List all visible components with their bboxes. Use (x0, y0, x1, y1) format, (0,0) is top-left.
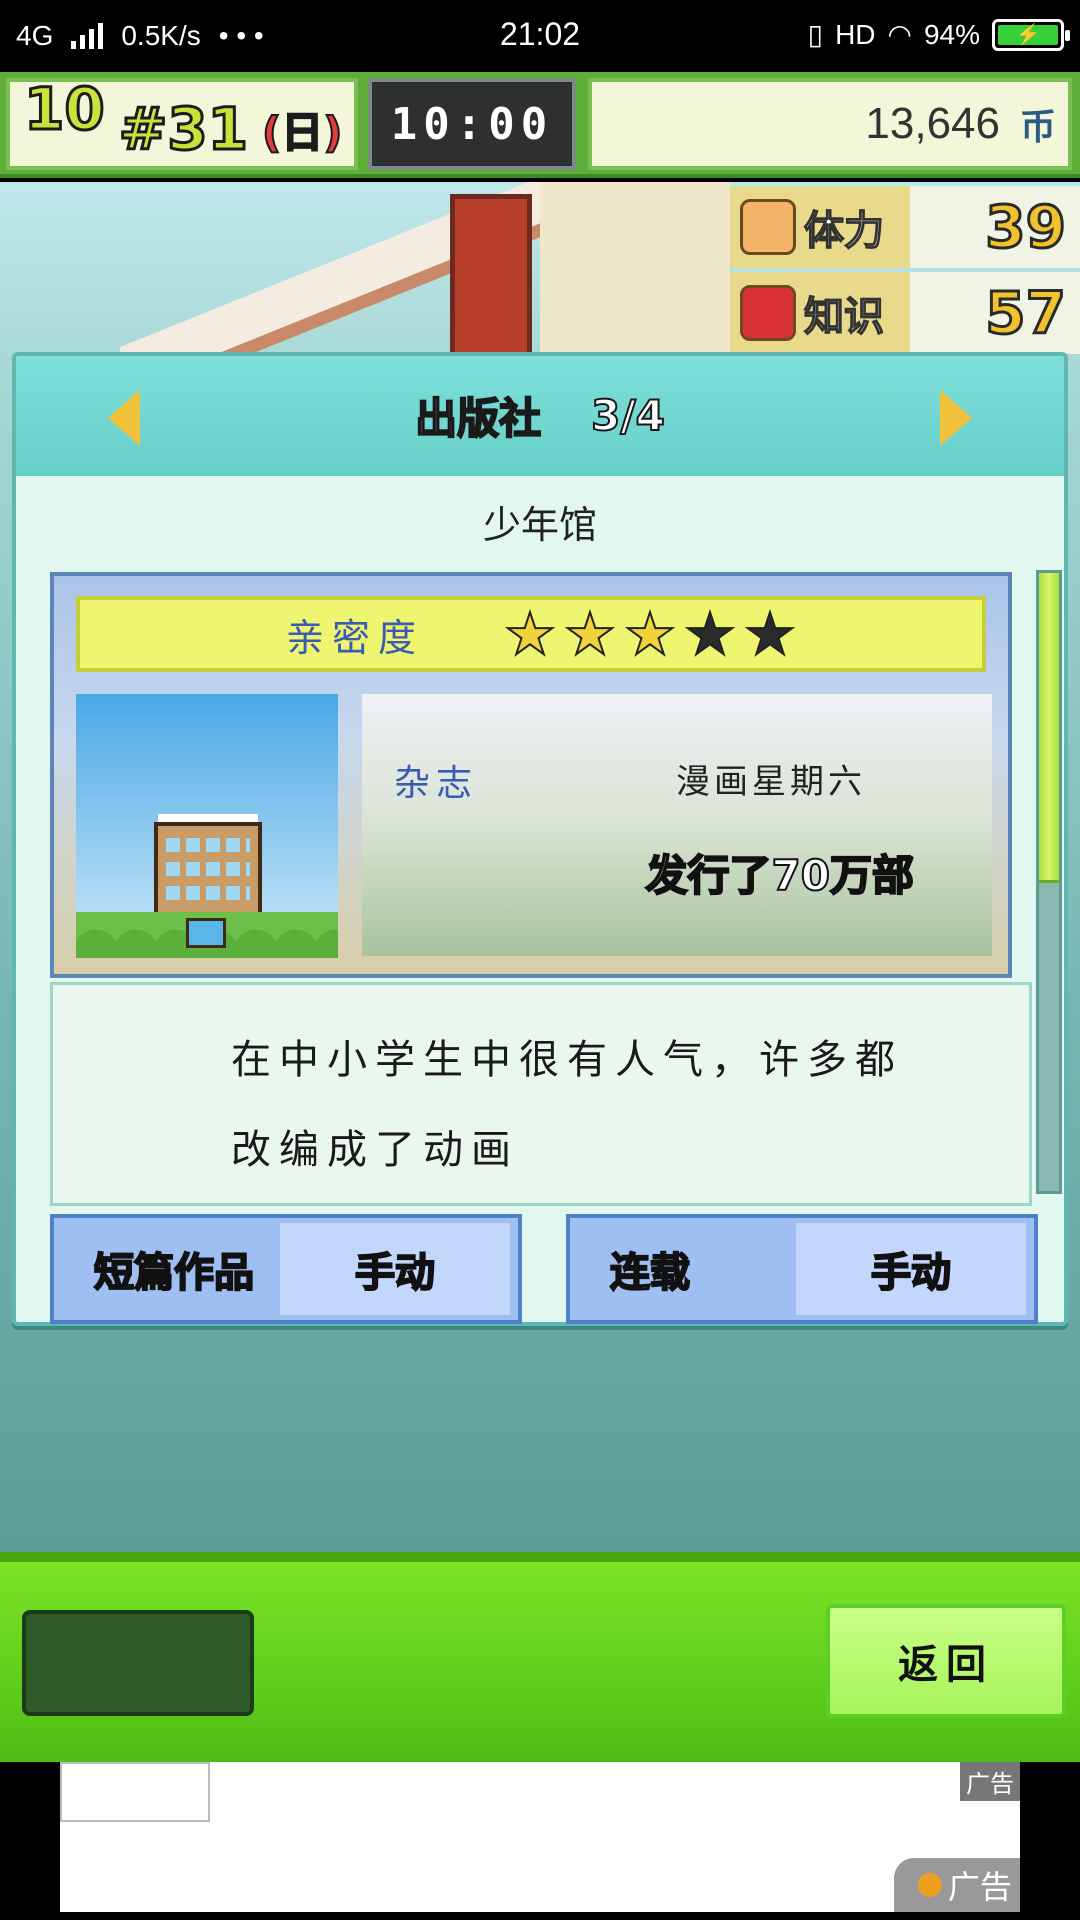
ad-banner[interactable]: 广告 广告 (60, 1762, 1020, 1912)
money-unit: 币 (1019, 107, 1056, 148)
publisher-building-image (76, 694, 338, 958)
wifi-icon: ◠ (887, 19, 912, 50)
publisher-panel: 亲密度 ★ ★ ★ ★ ★ 杂志 漫画星期六 发行了70万部 (50, 572, 1012, 978)
ad-area: 广告 广告 (0, 1762, 1080, 1920)
date-weekday: (日) (261, 108, 343, 157)
intimacy-stars: ★ ★ ★ ★ ★ (503, 600, 797, 668)
game-header: 10 #31 (日) 10:00 13,646 币 (0, 72, 1080, 178)
serial-value: 手动 (796, 1223, 1026, 1315)
bottom-bar: 返回 (0, 1552, 1080, 1762)
serial-option-button[interactable]: 连载 手动 (566, 1214, 1038, 1324)
money-display: 13,646 币 (588, 78, 1072, 170)
hd-label: HD (835, 18, 876, 50)
star-filled-icon: ★ (563, 600, 617, 668)
money-value: 13,646 (865, 99, 1000, 148)
vibrate-icon: ▯ (807, 19, 824, 50)
prev-arrow-icon[interactable] (108, 390, 140, 446)
scrollbar[interactable] (1036, 570, 1062, 1194)
blank-button[interactable] (22, 1610, 254, 1716)
status-right: ▯ HD ◠ 94% ⚡ (807, 18, 1070, 51)
stat-stamina-label: 体力 (803, 207, 885, 255)
issued-count: 发行了70万部 (645, 850, 915, 901)
page-indicator: 3/4 (590, 390, 666, 441)
date-day: #31 (117, 95, 249, 163)
short-work-option-button[interactable]: 短篇作品 手动 (50, 1214, 522, 1324)
serial-label: 连载 (609, 1249, 691, 1297)
date-display: 10 #31 (日) (6, 78, 358, 170)
stat-stamina-value: 39 (984, 192, 1068, 263)
status-bar: 4G 0.5K/s • • • 21:02 ▯ HD ◠ 94% ⚡ (0, 0, 1080, 72)
description-box: 在中小学生中很有人气，许多都 改编成了动画 (50, 982, 1032, 1206)
dialog-title: 出版社 (414, 393, 542, 444)
company-name: 少年馆 (482, 503, 597, 547)
short-work-value: 手动 (280, 1223, 510, 1315)
star-filled-icon: ★ (623, 600, 677, 668)
muscle-icon (740, 199, 796, 255)
ad-badge: 广告 (893, 1858, 1020, 1912)
ad-placeholder (60, 1762, 210, 1822)
star-empty-icon: ★ (743, 600, 797, 668)
star-empty-icon: ★ (683, 600, 737, 668)
ad-tag: 广告 (960, 1762, 1020, 1801)
ad-logo-icon (917, 1873, 942, 1897)
description-line-2: 改编成了动画 (231, 1127, 519, 1173)
magazine-label: 杂志 (394, 763, 479, 804)
stat-stamina: 体力 39 (730, 186, 1080, 268)
stat-knowledge-label: 知识 (803, 293, 885, 341)
stat-knowledge-value: 57 (984, 278, 1068, 349)
intimacy-label: 亲密度 (286, 615, 425, 660)
battery-percent: 94% (923, 18, 980, 50)
back-button[interactable]: 返回 (826, 1604, 1066, 1718)
date-month: 10 (23, 75, 107, 143)
short-work-label: 短篇作品 (93, 1249, 255, 1297)
magazine-name: 漫画星期六 (676, 762, 866, 802)
game-clock: 10:00 (368, 78, 576, 170)
battery-icon: ⚡ (992, 18, 1070, 51)
publisher-dialog: 出版社 3/4 少年馆 亲密度 ★ ★ ★ ★ ★ 杂志 漫画星期六 发行了70万部 在… (12, 352, 1068, 1326)
dialog-header: 出版社 3/4 (16, 356, 1064, 474)
stat-knowledge: 知识 57 (730, 272, 1080, 354)
description-line-1: 在中小学生中很有人气，许多都 (231, 1037, 903, 1083)
ad-badge-label: 广告 (947, 1868, 1012, 1906)
magazine-info: 杂志 漫画星期六 发行了70万部 (362, 694, 992, 956)
star-filled-icon: ★ (503, 600, 557, 668)
intimacy-bar: 亲密度 ★ ★ ★ ★ ★ (76, 596, 986, 672)
book-icon (740, 285, 796, 341)
scroll-thumb[interactable] (1039, 573, 1059, 883)
next-arrow-icon[interactable] (940, 390, 972, 446)
